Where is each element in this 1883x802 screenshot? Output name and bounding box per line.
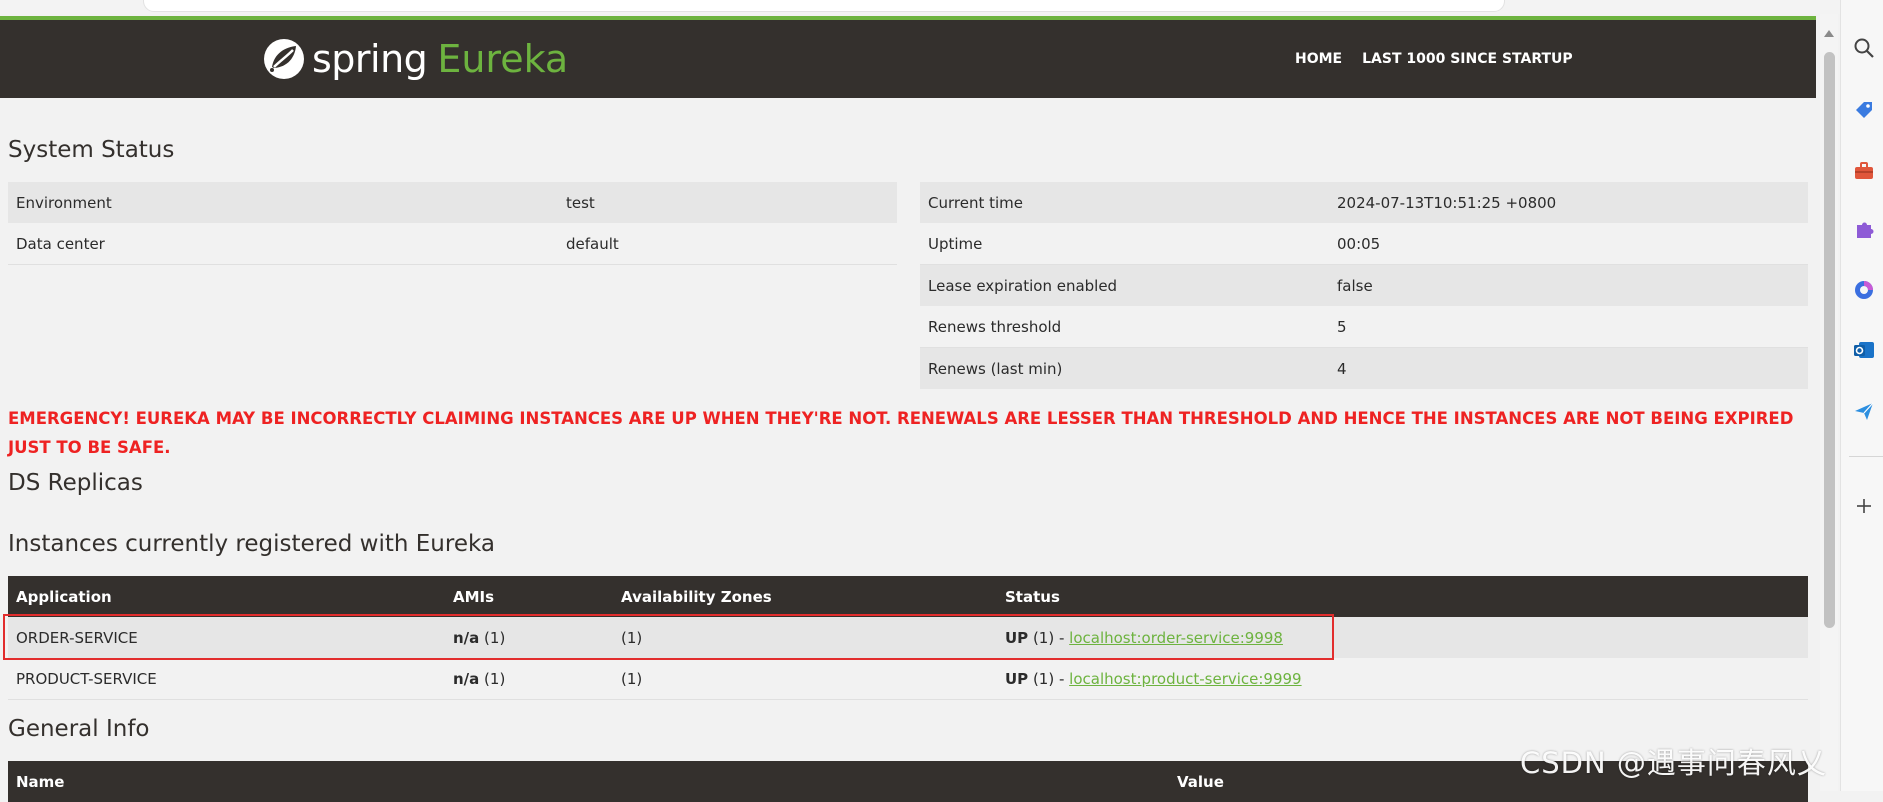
table-row: Uptime 00:05 (920, 223, 1808, 265)
status-value: 5 (1329, 306, 1808, 348)
header-name: Name (8, 761, 1169, 802)
ami-cell: n/a (1) (445, 617, 613, 658)
header-application: Application (8, 576, 445, 617)
table-row: Lease expiration enabled false (920, 264, 1808, 306)
nav-home[interactable]: HOME (1295, 51, 1342, 67)
status-value: 4 (1329, 347, 1808, 389)
table-row: PRODUCT-SERVICE n/a (1) (1) UP (1) - loc… (8, 658, 1808, 700)
ami-value: n/a (453, 628, 480, 647)
brand-spring: spring (312, 37, 428, 81)
emergency-warning: EMERGENCY! EUREKA MAY BE INCORRECTLY CLA… (8, 409, 1794, 457)
copilot-icon[interactable] (1853, 279, 1875, 301)
status-cell: UP (1) - localhost:product-service:9999 (997, 658, 1808, 700)
application-name: PRODUCT-SERVICE (8, 658, 445, 700)
system-status-title: System Status (8, 137, 175, 163)
table-row: Environment test (8, 182, 897, 223)
ami-count: (1) (479, 628, 506, 647)
table-row: Data center default (8, 223, 897, 265)
status-label: Data center (8, 223, 558, 265)
csdn-watermark: CSDN @遇事问春风乂 (1520, 746, 1827, 780)
status-cell: UP (1) - localhost:order-service:9998 (997, 617, 1808, 658)
status-value: default (558, 223, 897, 265)
toolbox-icon[interactable] (1853, 160, 1875, 182)
plus-icon[interactable] (1853, 495, 1875, 517)
status-value: UP (1005, 628, 1029, 647)
instances-table: Application AMIs Availability Zones Stat… (8, 576, 1808, 700)
zones-cell: (1) (613, 617, 997, 658)
header-availability-zones: Availability Zones (613, 576, 997, 617)
system-status-left-table: Environment test Data center default (8, 182, 897, 265)
address-bar[interactable] (143, 0, 1505, 12)
outlook-icon[interactable] (1853, 339, 1875, 361)
scroll-thumb[interactable] (1824, 52, 1835, 628)
tag-icon[interactable] (1853, 99, 1875, 121)
status-label: Uptime (920, 223, 1329, 265)
spring-eureka-logo[interactable]: spring Eureka (262, 36, 568, 82)
header-status: Status (997, 576, 1808, 617)
status-label: Environment (8, 182, 558, 223)
scroll-up-arrow-icon[interactable] (1824, 30, 1834, 37)
status-value: false (1329, 264, 1808, 306)
browser-side-panel (1840, 0, 1883, 791)
table-row: Current time 2024-07-13T10:51:25 +0800 (920, 182, 1808, 223)
search-icon[interactable] (1853, 37, 1875, 59)
status-label: Lease expiration enabled (920, 264, 1329, 306)
general-info-title: General Info (8, 716, 150, 742)
ds-replicas-title: DS Replicas (8, 470, 143, 496)
table-header-row: Application AMIs Availability Zones Stat… (8, 576, 1808, 617)
status-value: 00:05 (1329, 223, 1808, 265)
instance-link[interactable]: localhost:product-service:9999 (1069, 670, 1301, 688)
status-value: test (558, 182, 897, 223)
status-count: (1) - (1028, 669, 1070, 688)
table-row: Renews (last min) 4 (920, 347, 1808, 389)
status-value: UP (1005, 669, 1029, 688)
brand-eureka: Eureka (437, 37, 569, 81)
puzzle-icon[interactable] (1853, 219, 1875, 241)
header-amis: AMIs (445, 576, 613, 617)
table-row: Renews threshold 5 (920, 306, 1808, 348)
side-panel-divider (1849, 456, 1883, 457)
instances-title: Instances currently registered with Eure… (8, 531, 495, 557)
instance-link[interactable]: localhost:order-service:9998 (1069, 629, 1283, 647)
application-name: ORDER-SERVICE (8, 617, 445, 658)
nav-last-1000[interactable]: LAST 1000 SINCE STARTUP (1362, 51, 1573, 67)
spring-leaf-icon (264, 39, 304, 79)
status-label: Renews (last min) (920, 347, 1329, 389)
zones-cell: (1) (613, 658, 997, 700)
browser-toolbar (0, 0, 1883, 14)
nav-links: HOME LAST 1000 SINCE STARTUP (1295, 20, 1573, 98)
send-icon[interactable] (1853, 400, 1875, 422)
ami-cell: n/a (1) (445, 658, 613, 700)
navbar: spring Eureka HOME LAST 1000 SINCE START… (0, 20, 1816, 98)
status-count: (1) - (1028, 628, 1070, 647)
status-value: 2024-07-13T10:51:25 +0800 (1329, 182, 1808, 223)
ami-value: n/a (453, 669, 480, 688)
table-row: ORDER-SERVICE n/a (1) (1) UP (1) - local… (8, 617, 1808, 658)
ami-count: (1) (479, 669, 506, 688)
system-status-right-table: Current time 2024-07-13T10:51:25 +0800 U… (920, 182, 1808, 389)
status-label: Current time (920, 182, 1329, 223)
vertical-scrollbar[interactable] (1820, 14, 1838, 791)
status-label: Renews threshold (920, 306, 1329, 348)
